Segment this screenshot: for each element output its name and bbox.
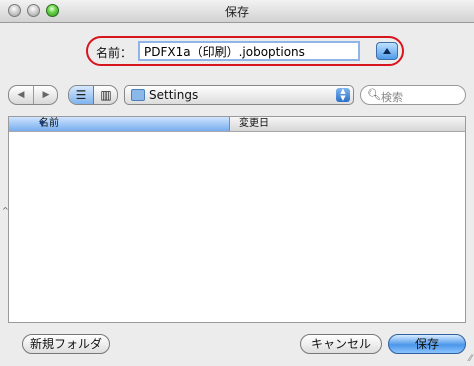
folder-icon xyxy=(131,89,145,101)
column-header: 名前 ▼ 変更日 xyxy=(9,117,465,132)
sort-descending-icon: ▼ xyxy=(39,119,46,128)
name-column-header[interactable]: 名前 ▼ xyxy=(9,117,230,131)
filename-input[interactable] xyxy=(138,41,360,61)
history-navigation: ◀ ▶ xyxy=(8,85,58,105)
toolbar: ◀ ▶ ☰ ▥ Settings ▲ ▼ 🔍︎ 検索 xyxy=(8,85,466,105)
save-dialog: 保存 名前： ◀ ▶ ☰ ▥ Settings ▲▼ 🔍︎ 検索 名前 ▼ xyxy=(0,0,474,366)
resize-grip-icon[interactable]: ⁄⁄ xyxy=(469,354,472,364)
column-view-icon[interactable]: ▥ xyxy=(94,86,118,104)
back-icon[interactable]: ◀ xyxy=(9,86,34,104)
splitter-handle-icon[interactable]: ^ xyxy=(2,206,9,215)
file-browser[interactable]: 名前 ▼ 変更日 xyxy=(8,116,466,323)
search-field[interactable]: 🔍︎ 検索 xyxy=(360,85,466,105)
collapse-browser-button[interactable] xyxy=(376,42,398,60)
list-view-icon[interactable]: ☰ xyxy=(69,86,94,104)
new-folder-button[interactable]: 新規フォルダ xyxy=(22,334,110,354)
forward-icon[interactable]: ▶ xyxy=(34,86,58,104)
location-popup[interactable]: Settings ▲ ▼ xyxy=(124,85,354,105)
filename-label: 名前： xyxy=(96,46,133,60)
popup-arrows-icon: ▲ ▼ xyxy=(336,88,350,102)
window-title: 保存 xyxy=(224,5,249,19)
filename-row: 名前： xyxy=(86,36,404,66)
view-mode-switch: ☰ ▥ xyxy=(68,85,118,105)
date-column-header[interactable]: 変更日 xyxy=(239,117,269,131)
location-label: Settings xyxy=(149,88,199,102)
search-icon: 🔍︎ xyxy=(367,88,381,101)
save-button[interactable]: 保存 xyxy=(388,334,466,354)
search-placeholder: 検索 xyxy=(381,91,403,104)
cancel-button[interactable]: キャンセル xyxy=(300,334,382,354)
title-bar: 保存 xyxy=(0,0,474,23)
